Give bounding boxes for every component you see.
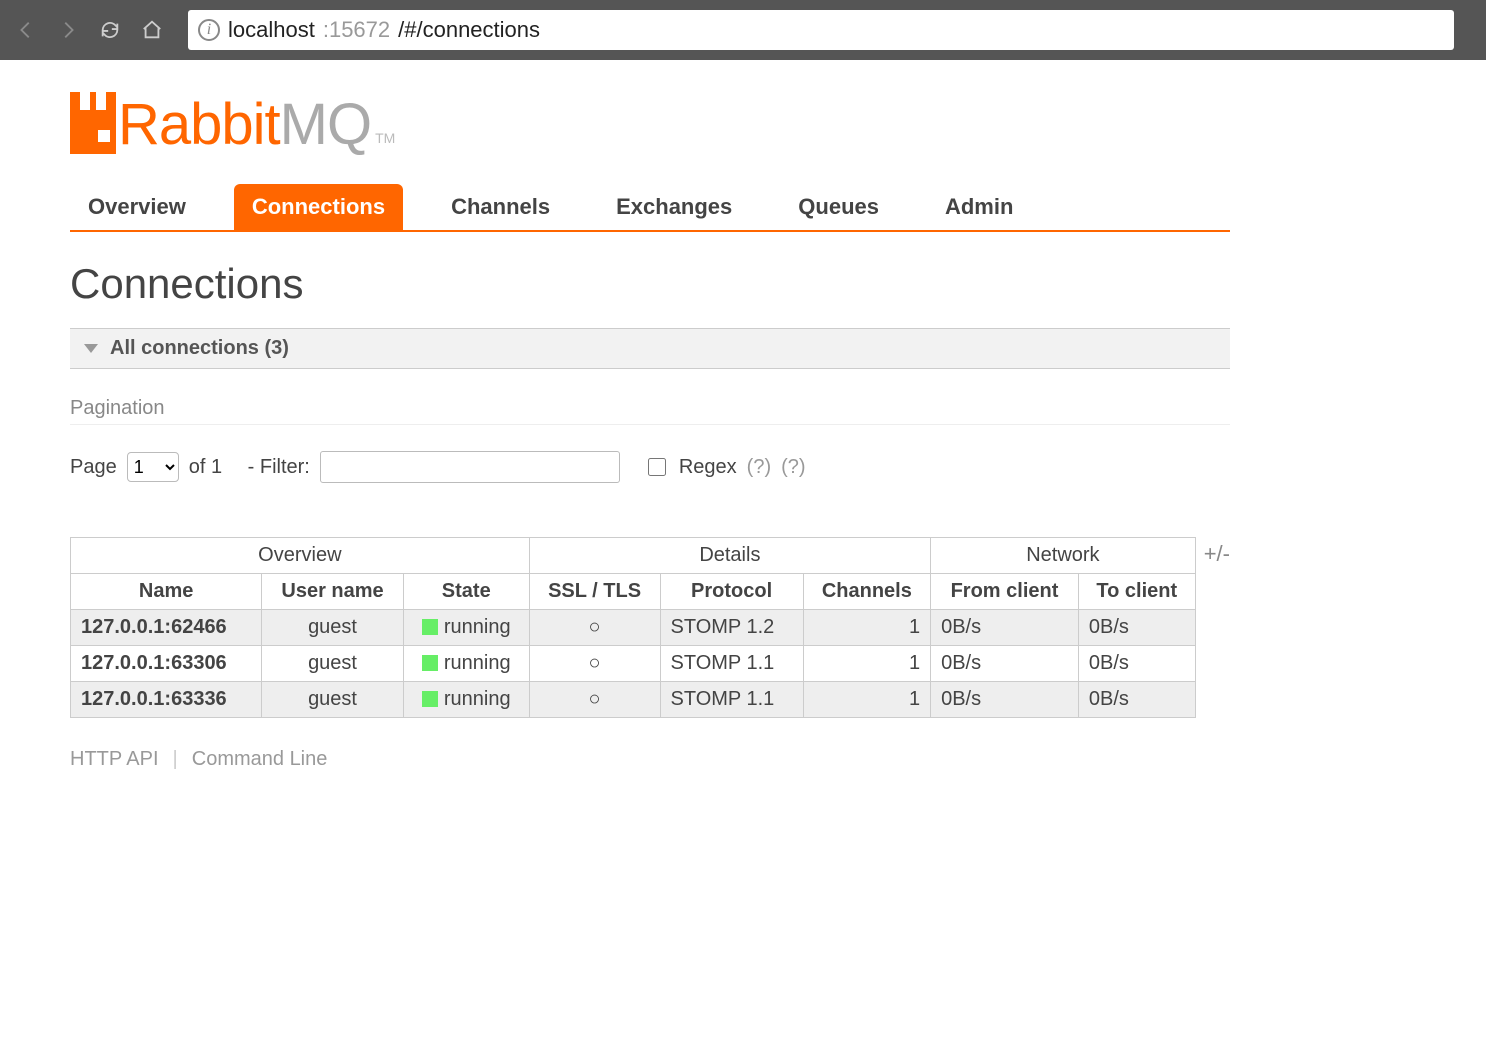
cell-channels: 1	[803, 610, 930, 646]
reload-icon[interactable]	[96, 16, 124, 44]
regex-label: Regex	[679, 456, 737, 479]
col-toclient[interactable]: To client	[1078, 574, 1195, 610]
section-all-connections[interactable]: All connections (3)	[70, 328, 1230, 369]
state-running-icon	[422, 619, 438, 635]
col-name[interactable]: Name	[71, 574, 262, 610]
link-http-api[interactable]: HTTP API	[70, 748, 159, 771]
link-command-line[interactable]: Command Line	[192, 748, 328, 771]
cell-user: guest	[262, 682, 403, 718]
col-user[interactable]: User name	[262, 574, 403, 610]
pagination-controls: Page 1 of 1 - Filter: Regex (?) (?)	[70, 451, 1230, 483]
cell-fromclient: 0B/s	[931, 682, 1079, 718]
pagination-heading: Pagination	[70, 397, 1230, 425]
tab-queues[interactable]: Queues	[780, 184, 897, 230]
page-of: of 1	[189, 456, 222, 479]
footer-links: HTTP API | Command Line	[70, 748, 1230, 771]
cell-channels: 1	[803, 646, 930, 682]
cell-toclient: 0B/s	[1078, 610, 1195, 646]
cell-name[interactable]: 127.0.0.1:62466	[71, 610, 262, 646]
collapse-icon	[84, 344, 98, 353]
cell-name[interactable]: 127.0.0.1:63306	[71, 646, 262, 682]
cell-protocol: STOMP 1.1	[660, 682, 803, 718]
filter-label: - Filter:	[248, 456, 310, 479]
browser-chrome: i localhost :15672 /#/connections	[0, 0, 1486, 60]
col-state[interactable]: State	[403, 574, 529, 610]
cell-ssl: ○	[529, 610, 660, 646]
col-group-details: Details	[529, 538, 930, 574]
cell-protocol: STOMP 1.2	[660, 610, 803, 646]
regex-checkbox[interactable]	[648, 458, 666, 476]
url-bar[interactable]: i localhost :15672 /#/connections	[188, 10, 1454, 50]
state-running-icon	[422, 691, 438, 707]
cell-state: running	[403, 646, 529, 682]
url-path: /#/connections	[398, 17, 540, 43]
cell-state: running	[403, 682, 529, 718]
cell-toclient: 0B/s	[1078, 682, 1195, 718]
tab-admin[interactable]: Admin	[927, 184, 1031, 230]
col-group-network: Network	[931, 538, 1196, 574]
main-tabs: Overview Connections Channels Exchanges …	[70, 184, 1230, 232]
forward-icon[interactable]	[54, 16, 82, 44]
cell-toclient: 0B/s	[1078, 646, 1195, 682]
connections-table: Overview Details Network Name User name …	[70, 537, 1196, 718]
regex-help-2[interactable]: (?)	[781, 456, 805, 479]
cell-protocol: STOMP 1.1	[660, 646, 803, 682]
logo-tm: TM	[375, 130, 395, 146]
back-icon[interactable]	[12, 16, 40, 44]
tab-exchanges[interactable]: Exchanges	[598, 184, 750, 230]
tab-connections[interactable]: Connections	[234, 184, 403, 230]
footer-separator: |	[173, 748, 178, 771]
url-host: localhost	[228, 17, 315, 43]
home-icon[interactable]	[138, 16, 166, 44]
table-row: 127.0.0.1:62466 guest running ○ STOMP 1.…	[71, 610, 1196, 646]
logo-text-mq: MQ	[280, 92, 371, 157]
col-fromclient[interactable]: From client	[931, 574, 1079, 610]
page-title: Connections	[70, 260, 1230, 308]
page-label: Page	[70, 456, 117, 479]
filter-input[interactable]	[320, 451, 620, 483]
col-ssl[interactable]: SSL / TLS	[529, 574, 660, 610]
site-info-icon[interactable]: i	[198, 19, 220, 41]
table-row: 127.0.0.1:63336 guest running ○ STOMP 1.…	[71, 682, 1196, 718]
col-channels[interactable]: Channels	[803, 574, 930, 610]
cell-state: running	[403, 610, 529, 646]
tab-channels[interactable]: Channels	[433, 184, 568, 230]
cell-user: guest	[262, 646, 403, 682]
page-select[interactable]: 1	[127, 452, 179, 482]
cell-name[interactable]: 127.0.0.1:63336	[71, 682, 262, 718]
col-protocol[interactable]: Protocol	[660, 574, 803, 610]
col-group-overview: Overview	[71, 538, 530, 574]
url-port: :15672	[323, 17, 390, 43]
cell-ssl: ○	[529, 682, 660, 718]
cell-fromclient: 0B/s	[931, 610, 1079, 646]
section-label: All connections (3)	[110, 337, 289, 360]
rabbitmq-logo[interactable]: RabbitMQ TM	[70, 84, 1230, 154]
tab-overview[interactable]: Overview	[70, 184, 204, 230]
regex-help-1[interactable]: (?)	[747, 456, 771, 479]
cell-fromclient: 0B/s	[931, 646, 1079, 682]
cell-user: guest	[262, 610, 403, 646]
cell-channels: 1	[803, 682, 930, 718]
state-running-icon	[422, 655, 438, 671]
table-row: 127.0.0.1:63306 guest running ○ STOMP 1.…	[71, 646, 1196, 682]
cell-ssl: ○	[529, 646, 660, 682]
logo-text-rabbit: Rabbit	[118, 92, 280, 157]
columns-toggle[interactable]: +/-	[1204, 537, 1230, 567]
rabbitmq-logo-mark	[70, 92, 116, 154]
